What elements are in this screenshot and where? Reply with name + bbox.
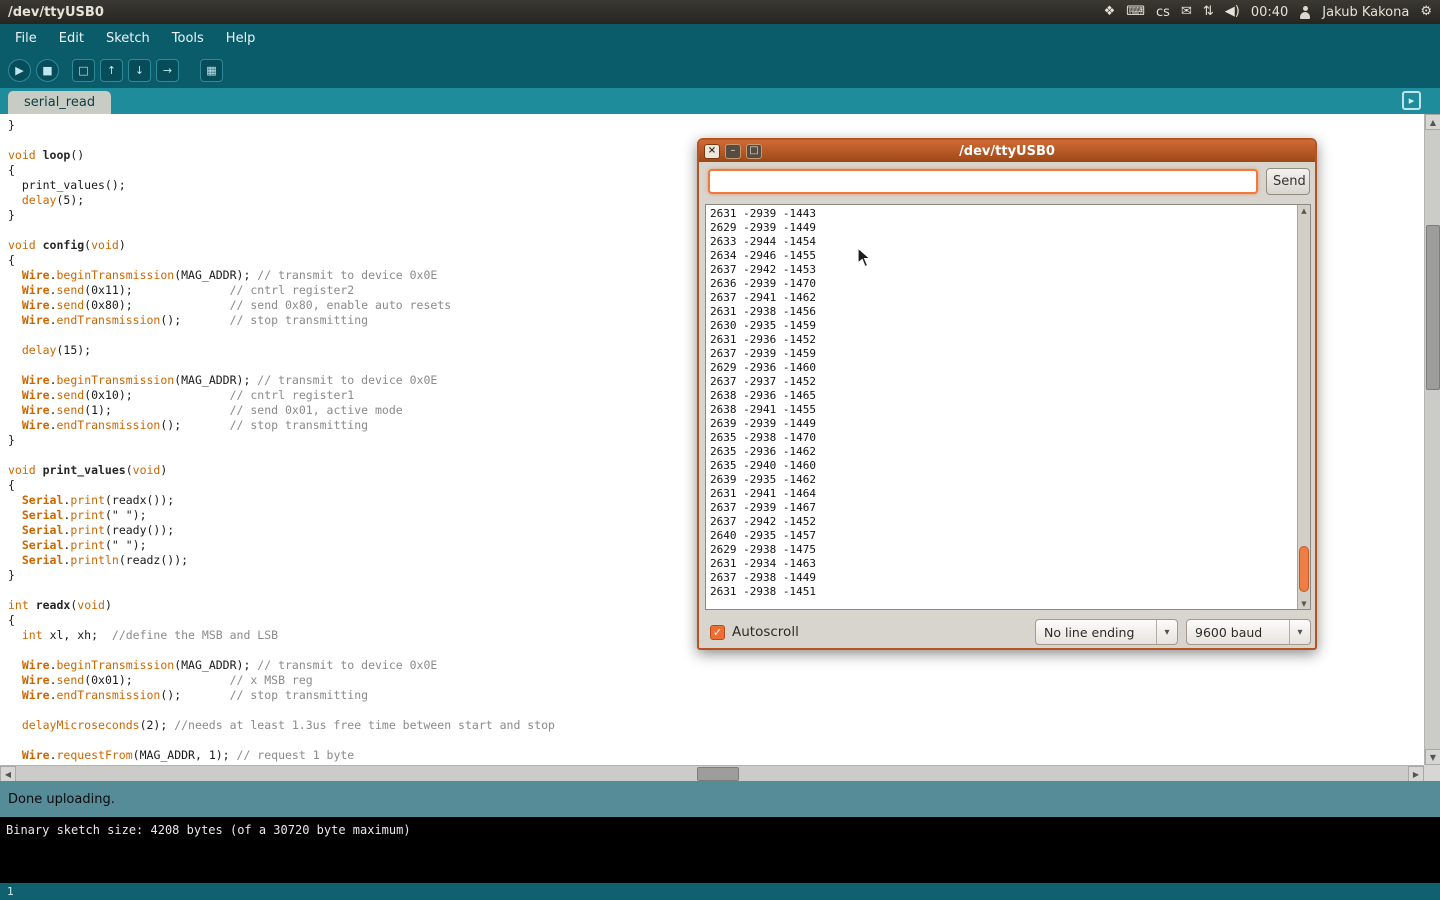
serial-output-area: 2631 -2939 -1443 2629 -2939 -1449 2633 -… — [705, 204, 1311, 610]
console-text: Binary sketch size: 4208 bytes (of a 307… — [6, 823, 411, 837]
ubuntu-top-panel: /dev/ttyUSB0 ❖ ⌨ cs ✉ ⇅ ◀) 00:40 Jakub K… — [0, 0, 1440, 24]
editor-horizontal-scrollbar[interactable]: ◀ ▶ — [0, 765, 1424, 781]
code-line: Wire.beginTransmission(MAG_ADDR); // tra… — [8, 658, 1424, 673]
line-ending-value: No line ending — [1036, 625, 1156, 640]
serial-monitor-title: /dev/ttyUSB0 — [699, 144, 1315, 159]
menu-edit[interactable]: Edit — [48, 26, 95, 51]
window-minimize-button[interactable]: – — [725, 144, 741, 159]
network-sync-icon[interactable]: ⇅ — [1203, 0, 1214, 24]
serial-monitor-titlebar[interactable]: × – □ /dev/ttyUSB0 — [699, 140, 1315, 162]
open-sketch-button[interactable]: ↑ — [100, 59, 123, 82]
toolbar: ▶ ■ □ ↑ ↓ → ▦ — [0, 52, 1440, 88]
menu-sketch[interactable]: Sketch — [95, 26, 161, 51]
send-button[interactable]: Send — [1266, 168, 1310, 195]
sparkle-indicator-icon[interactable]: ❖ — [1104, 0, 1116, 24]
toolbar-buttons: ▶ ■ □ ↑ ↓ → ▦ — [8, 59, 223, 82]
user-menu[interactable]: Jakub Kakona — [1322, 5, 1409, 20]
serial-monitor-icon: ▦ — [206, 64, 216, 77]
status-message: Done uploading. — [8, 792, 115, 807]
chevron-down-icon[interactable]: ▾ — [1289, 620, 1310, 644]
minimize-icon: – — [731, 146, 736, 156]
keyboard-layout-indicator[interactable]: cs — [1156, 5, 1170, 20]
serial-monitor-button[interactable]: ▦ — [200, 59, 223, 82]
horizontal-scrollbar-thumb[interactable] — [697, 767, 739, 781]
autoscroll-label: Autoscroll — [732, 624, 799, 640]
code-line: } — [8, 118, 1424, 133]
code-line: Wire.endTransmission(); // stop transmit… — [8, 688, 1424, 703]
menu-help[interactable]: Help — [215, 26, 267, 51]
mouse-cursor — [857, 247, 872, 273]
tab-bar: serial_read ▸ — [0, 88, 1440, 114]
system-tray: ❖ ⌨ cs ✉ ⇅ ◀) 00:40 Jakub Kakona ⚙ — [1104, 0, 1432, 24]
status-bar: Done uploading. — [0, 781, 1440, 817]
user-icon — [1299, 6, 1311, 19]
mail-icon[interactable]: ✉ — [1181, 0, 1192, 24]
volume-icon[interactable]: ◀) — [1225, 0, 1240, 24]
stop-button[interactable]: ■ — [36, 59, 59, 82]
menu-file[interactable]: File — [4, 26, 48, 51]
code-line: delayMicroseconds(2); //needs at least 1… — [8, 718, 1424, 733]
open-sketch-icon: ↑ — [107, 64, 116, 77]
save-sketch-icon: ↓ — [135, 64, 144, 77]
chevron-down-icon[interactable]: ▾ — [1156, 620, 1177, 644]
line-number-indicator: 1 — [7, 885, 14, 898]
footer-strip: 1 — [0, 883, 1440, 900]
save-sketch-button[interactable]: ↓ — [128, 59, 151, 82]
close-icon: × — [708, 146, 716, 156]
baud-rate-value: 9600 baud — [1187, 625, 1289, 640]
code-line: Wire.send(0x01); // x MSB reg — [8, 673, 1424, 688]
scroll-down-icon[interactable]: ▼ — [1425, 749, 1440, 765]
menu-tools[interactable]: Tools — [161, 26, 215, 51]
keyboard-icon[interactable]: ⌨ — [1126, 0, 1145, 24]
code-line: Wire.requestFrom(MAG_ADDR, 1); // reques… — [8, 748, 1424, 763]
new-sketch-button[interactable]: □ — [72, 59, 95, 82]
serial-scroll-down-icon[interactable]: ▼ — [1298, 598, 1310, 609]
maximize-icon: □ — [749, 146, 758, 156]
menu-bar: FileEditSketchToolsHelp — [0, 24, 1440, 52]
scroll-right-icon[interactable]: ▶ — [1408, 766, 1424, 782]
tab-menu-button[interactable]: ▸ — [1402, 91, 1421, 110]
tab-menu-icon: ▸ — [1409, 94, 1415, 107]
scroll-left-icon[interactable]: ◀ — [0, 766, 16, 782]
serial-output[interactable]: 2631 -2939 -1443 2629 -2939 -1449 2633 -… — [706, 205, 1296, 607]
console-output: Binary sketch size: 4208 bytes (of a 307… — [0, 817, 1440, 883]
vertical-scrollbar-thumb[interactable] — [1426, 225, 1440, 390]
serial-scrollbar[interactable]: ▲ ▼ — [1297, 205, 1310, 609]
session-gear-icon[interactable]: ⚙ — [1420, 0, 1432, 24]
upload-icon: → — [163, 64, 172, 77]
serial-monitor-controls: ✓ Autoscroll No line ending ▾ 9600 baud … — [699, 616, 1315, 648]
window-close-button[interactable]: × — [704, 144, 720, 159]
serial-monitor-window: × – □ /dev/ttyUSB0 Send 2631 -2939 -1443… — [697, 138, 1317, 650]
new-sketch-icon: □ — [78, 64, 88, 77]
stop-icon: ■ — [42, 64, 52, 77]
active-window-title: /dev/ttyUSB0 — [8, 5, 104, 20]
upload-button[interactable]: → — [156, 59, 179, 82]
code-line — [8, 733, 1424, 748]
verify-icon: ▶ — [15, 64, 23, 77]
clock[interactable]: 00:40 — [1251, 5, 1288, 20]
serial-scroll-up-icon[interactable]: ▲ — [1298, 205, 1310, 216]
autoscroll-checkbox[interactable]: ✓ — [710, 625, 725, 640]
check-icon: ✓ — [713, 626, 722, 639]
tab-serial-read[interactable]: serial_read — [8, 91, 111, 114]
serial-scrollbar-thumb[interactable] — [1299, 546, 1309, 592]
verify-button[interactable]: ▶ — [8, 59, 31, 82]
baud-rate-select[interactable]: 9600 baud ▾ — [1186, 619, 1311, 645]
scrollbar-corner — [1424, 765, 1440, 781]
scroll-up-icon[interactable]: ▲ — [1425, 114, 1440, 130]
serial-send-input[interactable] — [708, 169, 1258, 194]
window-maximize-button[interactable]: □ — [746, 144, 762, 159]
code-line — [8, 703, 1424, 718]
line-ending-select[interactable]: No line ending ▾ — [1035, 619, 1178, 645]
editor-vertical-scrollbar[interactable]: ▲ ▼ — [1424, 114, 1440, 765]
